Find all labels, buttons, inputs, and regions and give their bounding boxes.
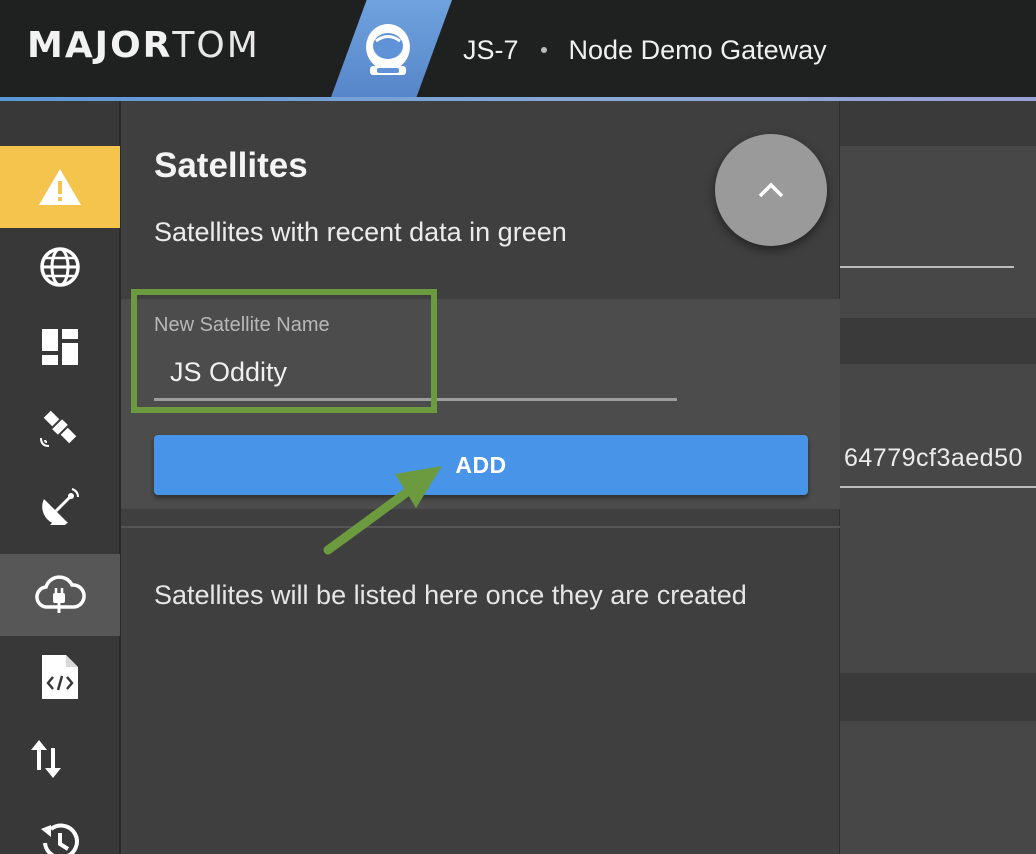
add-satellite-button[interactable]: ADD (154, 435, 808, 495)
dashboard-icon (42, 329, 78, 365)
background-band (840, 101, 1036, 146)
logo-major-text: MAJOR (27, 25, 173, 66)
top-bar: MAJORTOM JS-7 Node Demo Gateway (0, 0, 1036, 101)
history-icon (41, 823, 79, 854)
new-satellite-label: New Satellite Name (154, 314, 330, 336)
sidebar-item-alerts[interactable] (0, 146, 120, 228)
sidebar-item-ground-stations[interactable] (0, 466, 120, 548)
sidebar-item-transfers[interactable] (0, 718, 106, 800)
new-satellite-name-input[interactable] (154, 347, 677, 401)
mission-name[interactable]: JS-7 (463, 35, 519, 65)
satellites-panel: Satellites Satellites with recent data i… (121, 101, 840, 854)
astronaut-helmet-icon (366, 24, 410, 75)
background-band (840, 673, 1036, 721)
warning-icon (39, 169, 81, 205)
satellite-icon (40, 410, 77, 447)
ground-station-icon (42, 488, 79, 525)
sidebar-rail (0, 101, 121, 854)
empty-satellites-message: Satellites will be listed here once they… (154, 580, 747, 610)
background-content (840, 101, 1036, 854)
sidebar-item-history[interactable] (0, 801, 120, 854)
sidebar-item-gateways[interactable] (0, 554, 120, 636)
globe-icon (40, 247, 80, 287)
background-token-text: 64779cf3aed50 (844, 444, 1023, 472)
app-root: 64779cf3aed50 MAJORTOM JS-7 Node Demo Gat… (0, 0, 1036, 854)
gateway-name[interactable]: Node Demo Gateway (569, 35, 827, 65)
background-field-line (840, 486, 1036, 488)
breadcrumb-separator (540, 46, 547, 53)
transfer-arrows-icon (31, 740, 61, 778)
chevron-up-icon (758, 182, 784, 198)
panel-subtitle: Satellites with recent data in green (154, 217, 567, 247)
panel-title: Satellites (154, 146, 308, 185)
panel-divider (121, 526, 840, 528)
background-band (840, 318, 1036, 364)
collapse-button[interactable] (715, 134, 827, 246)
sidebar-item-satellites[interactable] (0, 386, 120, 468)
sidebar-item-globe[interactable] (0, 226, 120, 308)
sidebar-item-scripts[interactable] (0, 636, 120, 718)
background-field-line (840, 266, 1014, 268)
logo-tom-text: TOM (172, 25, 260, 66)
new-satellite-form: New Satellite Name ADD (121, 289, 840, 509)
code-file-icon (42, 655, 78, 699)
mission-breadcrumb: JS-7 Node Demo Gateway (463, 32, 827, 68)
majortom-logo[interactable]: MAJORTOM (27, 26, 260, 66)
cloud-plug-icon (35, 575, 86, 613)
sidebar-item-dashboard[interactable] (0, 306, 120, 388)
